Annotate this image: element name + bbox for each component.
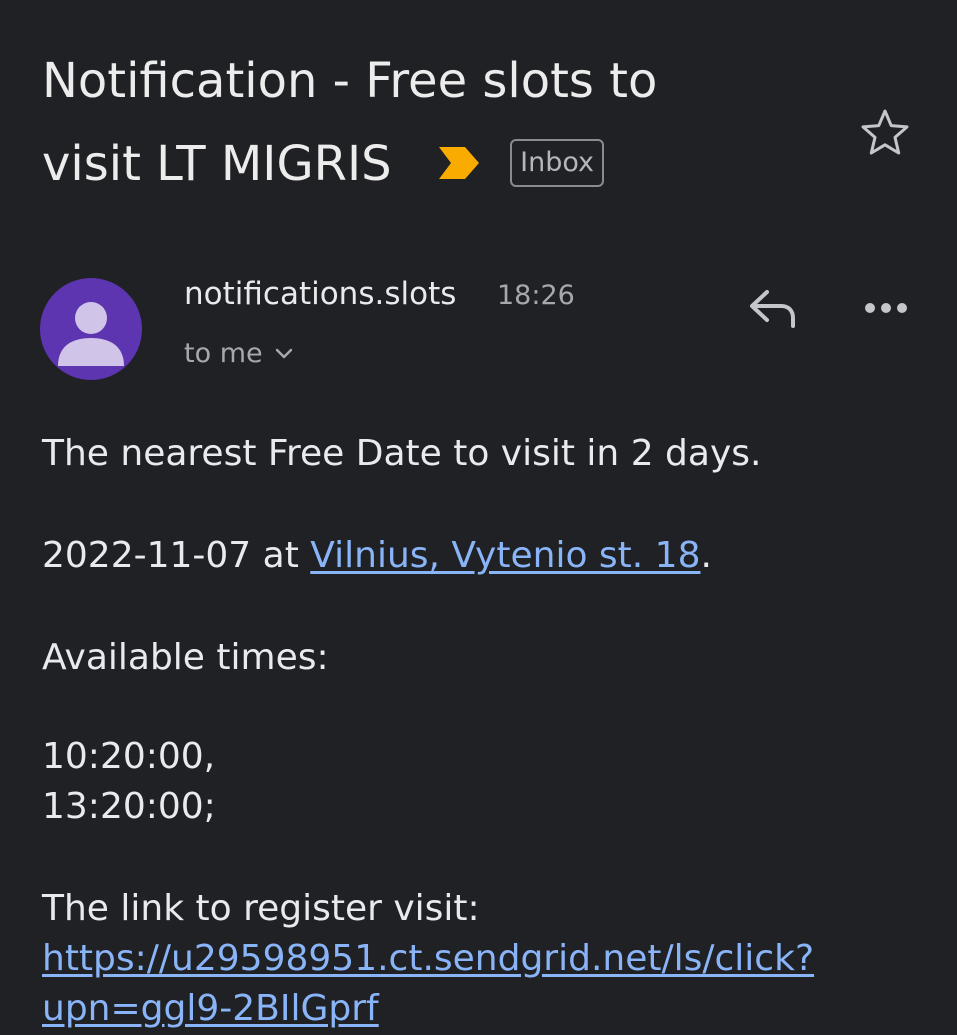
available-time-1: 10:20:00, [42, 736, 216, 777]
register-link-line-1[interactable]: https://u29598951.ct.sendgrid.net/ls/cli… [42, 938, 814, 979]
email-time: 18:26 [497, 280, 575, 311]
inbox-label-badge[interactable]: Inbox [510, 139, 605, 187]
location-link[interactable]: Vilnius, Vytenio st. 18 [310, 535, 700, 576]
star-icon[interactable] [858, 106, 912, 160]
subject-line-2-text: visit LT MIGRIS [42, 136, 392, 192]
recipients-toggle[interactable]: to me [184, 338, 293, 369]
available-times-list: 10:20:00, 13:20:00; [42, 732, 216, 832]
body-line-nearest-date: The nearest Free Date to visit in 2 days… [42, 433, 762, 474]
body-period: . [700, 535, 712, 576]
body-available-label: Available times: [42, 637, 329, 678]
recipients-label: to me [184, 338, 263, 369]
avatar[interactable] [40, 278, 142, 380]
sender-name[interactable]: notifications.slots [184, 276, 456, 312]
email-subject: Notification - Free slots to visit LT MI… [42, 40, 822, 206]
important-marker-icon[interactable] [437, 145, 481, 181]
body-date: 2022-11-07 [42, 535, 252, 576]
register-label: The link to register visit: [42, 888, 480, 929]
body-line-date-location: 2022-11-07 at Vilnius, Vytenio st. 18. [42, 530, 712, 582]
register-link-line-2[interactable]: upn=ggl9-2BIlGprf [42, 988, 379, 1029]
subject-line-2: visit LT MIGRIS Inbox [42, 123, 822, 206]
reply-icon[interactable] [745, 286, 801, 332]
body-at-word: at [251, 535, 311, 576]
more-horizontal-icon[interactable] [862, 296, 910, 320]
person-icon [58, 302, 124, 366]
subject-line-1: Notification - Free slots to [42, 53, 658, 109]
register-section: The link to register visit: https://u295… [42, 884, 814, 1034]
available-time-2: 13:20:00; [42, 786, 216, 827]
chevron-down-icon [275, 348, 292, 358]
